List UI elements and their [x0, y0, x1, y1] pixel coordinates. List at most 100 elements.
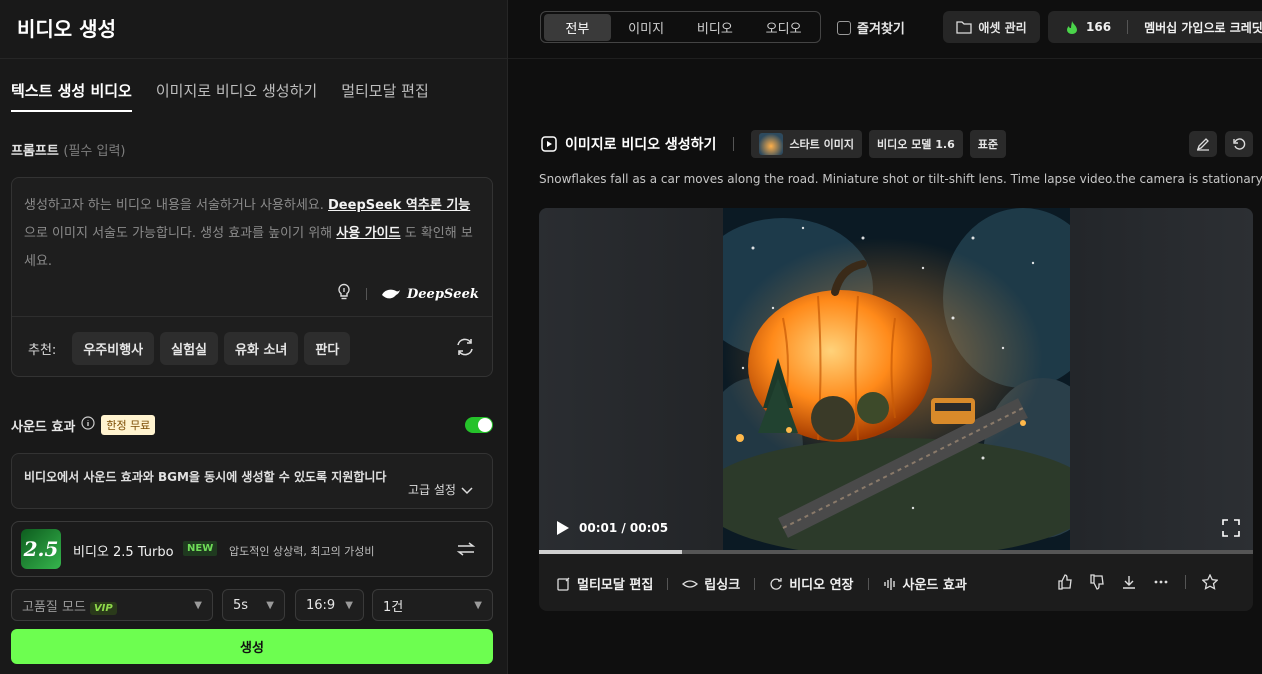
lipsync-button[interactable]: 립싱크	[682, 574, 740, 593]
membership-link[interactable]: 멤버십 가입으로 크레딧	[1144, 19, 1262, 36]
play-icon[interactable]	[555, 519, 571, 537]
audio-wave-icon	[883, 577, 895, 590]
result-header: 이미지로 비디오 생성하기 스타트 이미지 비디오 모델 1.6 표준	[540, 130, 1006, 158]
thumbs-up-icon[interactable]	[1057, 574, 1073, 590]
regenerate-button[interactable]	[1225, 131, 1253, 157]
recommend-label: 추천:	[28, 343, 57, 358]
result-title: 이미지로 비디오 생성하기	[565, 137, 717, 153]
undo-icon	[1233, 138, 1246, 150]
prompt-tools: DeepSeek	[336, 283, 479, 305]
folder-icon	[956, 21, 972, 34]
filter-image[interactable]: 이미지	[613, 14, 680, 41]
thumbs-down-icon[interactable]	[1089, 574, 1105, 590]
video-frame	[723, 208, 1070, 552]
prompt-label-text: 프롬프트	[11, 144, 59, 159]
vip-badge: VIP	[89, 601, 117, 615]
tab-image-to-video[interactable]: 이미지로 비디오 생성하기	[156, 80, 317, 112]
start-image-thumbnail	[759, 133, 784, 155]
divider	[0, 58, 508, 59]
credits-count: 166	[1086, 20, 1112, 34]
chevron-down-icon: ▼	[194, 599, 202, 611]
star-icon[interactable]	[1202, 574, 1218, 590]
model-chip: 비디오 모델 1.6	[869, 130, 963, 158]
quality-text: 고품질 모드	[22, 599, 86, 615]
count-select[interactable]: 1건 ▼	[372, 589, 493, 621]
swap-icon[interactable]	[456, 541, 476, 561]
model-selector[interactable]: 2.5 비디오 2.5 Turbo NEW 압도적인 상상력, 최고의 가성비	[11, 521, 493, 577]
topbar-divider	[508, 58, 1262, 59]
prompt-input[interactable]: 생성하고자 하는 비디오 내용을 서술하거나 사용하세요. DeepSeek 역…	[11, 177, 493, 377]
recommend-chip-oil-girl[interactable]: 유화 소녀	[224, 332, 299, 365]
result-prompt: Snowflakes fall as a car moves along the…	[539, 172, 1262, 186]
limited-free-badge: 한정 무료	[101, 415, 156, 435]
more-icon[interactable]	[1153, 574, 1169, 590]
generate-button[interactable]: 생성	[11, 629, 493, 664]
info-icon[interactable]	[81, 416, 95, 434]
start-image-label: 스타트 이미지	[789, 138, 854, 151]
tab-multimodal-edit[interactable]: 멀티모달 편집	[341, 80, 429, 112]
flame-icon	[1067, 21, 1077, 34]
action-divider	[867, 577, 869, 590]
checkbox[interactable]	[837, 20, 851, 35]
recommend-chip-panda[interactable]: 판다	[304, 332, 351, 365]
sound-effect-button[interactable]: 사운드 효과	[883, 574, 967, 593]
recommend-chip-astronaut[interactable]: 우주비행사	[72, 332, 155, 365]
deepseek-label: DeepSeek	[407, 286, 479, 302]
sound-effect-label: 사운드 효과	[11, 419, 76, 435]
model-name: 비디오 2.5 Turbo	[73, 545, 174, 560]
filter-video[interactable]: 비디오	[682, 14, 749, 41]
extend-video-button[interactable]: 비디오 연장	[769, 574, 854, 593]
video-action-bar: 멀티모달 편집 립싱크 비디오 연장 사운드 효과	[539, 554, 1253, 611]
recommend-chip-lab[interactable]: 실험실	[160, 332, 219, 365]
edit-doc-icon	[557, 577, 570, 591]
edit-button[interactable]	[1189, 131, 1217, 157]
extend-video-label: 비디오 연장	[789, 578, 854, 593]
sound-settings-box: 비디오에서 사운드 효과와 BGM을 동시에 생성할 수 있도록 지원합니다 고…	[11, 453, 493, 509]
right-panel: 전부 이미지 비디오 오디오 즐겨찾기 애셋 관리 166 멤버십 가입으로 크…	[508, 0, 1262, 674]
favorites-checkbox[interactable]: 즐겨찾기	[837, 18, 905, 37]
usage-guide-link[interactable]: 사용 가이드	[336, 226, 400, 241]
asset-manage-button[interactable]: 애셋 관리	[943, 11, 1040, 43]
ratio-select[interactable]: 16:9 ▼	[295, 589, 364, 621]
action-divider	[667, 577, 669, 590]
sound-effect-toggle[interactable]	[465, 417, 493, 433]
header-divider	[733, 137, 735, 151]
filter-all[interactable]: 전부	[544, 13, 611, 41]
mode-chip: 표준	[969, 130, 1006, 158]
action-divider	[754, 577, 756, 590]
prompt-label-hint: (필수 입력)	[63, 144, 126, 159]
refresh-icon[interactable]	[454, 336, 476, 362]
video-time: 00:01 / 00:05	[579, 521, 669, 535]
app-title: 비디오 생성	[17, 17, 116, 41]
asset-manage-label: 애셋 관리	[978, 20, 1027, 35]
quality-select[interactable]: 고품질 모드 VIP ▼	[11, 589, 213, 621]
multimodal-edit-button[interactable]: 멀티모달 편집	[557, 574, 653, 593]
recommend-row: 추천: 우주비행사 실험실 유화 소녀 판다	[28, 332, 351, 365]
fullscreen-icon[interactable]	[1222, 519, 1240, 537]
deepseek-button[interactable]: DeepSeek	[381, 287, 479, 302]
chevron-down-icon	[461, 486, 473, 494]
start-image-chip[interactable]: 스타트 이미지	[751, 130, 862, 158]
duration-value: 5s	[233, 597, 249, 613]
left-panel: 비디오 생성 텍스트 생성 비디오 이미지로 비디오 생성하기 멀티모달 편집 …	[0, 0, 508, 674]
filter-audio[interactable]: 오디오	[750, 14, 817, 41]
result-prompt-text: Snowflakes fall as a car moves along the…	[539, 172, 1262, 186]
deepseek-reverse-link[interactable]: DeepSeek 역추론 기능	[328, 198, 470, 213]
pencil-icon	[1196, 138, 1209, 151]
action-divider	[1185, 575, 1186, 589]
advanced-settings-label: 고급 설정	[408, 483, 456, 497]
tab-text-to-video[interactable]: 텍스트 생성 비디오	[11, 80, 132, 112]
video-player[interactable]: 00:01 / 00:05	[539, 208, 1253, 552]
extend-icon	[770, 577, 782, 590]
chevron-down-icon: ▼	[474, 599, 482, 611]
model-logo: 2.5	[21, 529, 61, 569]
count-value: 1건	[383, 599, 404, 615]
duration-select[interactable]: 5s ▼	[222, 589, 285, 621]
placeholder-text-2: 으로 이미지 서술도 가능합니다. 생성 효과를 높이기 위해	[24, 226, 337, 241]
whale-icon	[382, 289, 400, 299]
prompt-placeholder: 생성하고자 하는 비디오 내용을 서술하거나 사용하세요. DeepSeek 역…	[24, 192, 480, 276]
advanced-settings-button[interactable]: 고급 설정	[408, 481, 474, 498]
download-icon[interactable]	[1121, 574, 1137, 590]
lightbulb-icon[interactable]	[336, 283, 352, 305]
filter-tabs: 전부 이미지 비디오 오디오	[540, 11, 821, 43]
